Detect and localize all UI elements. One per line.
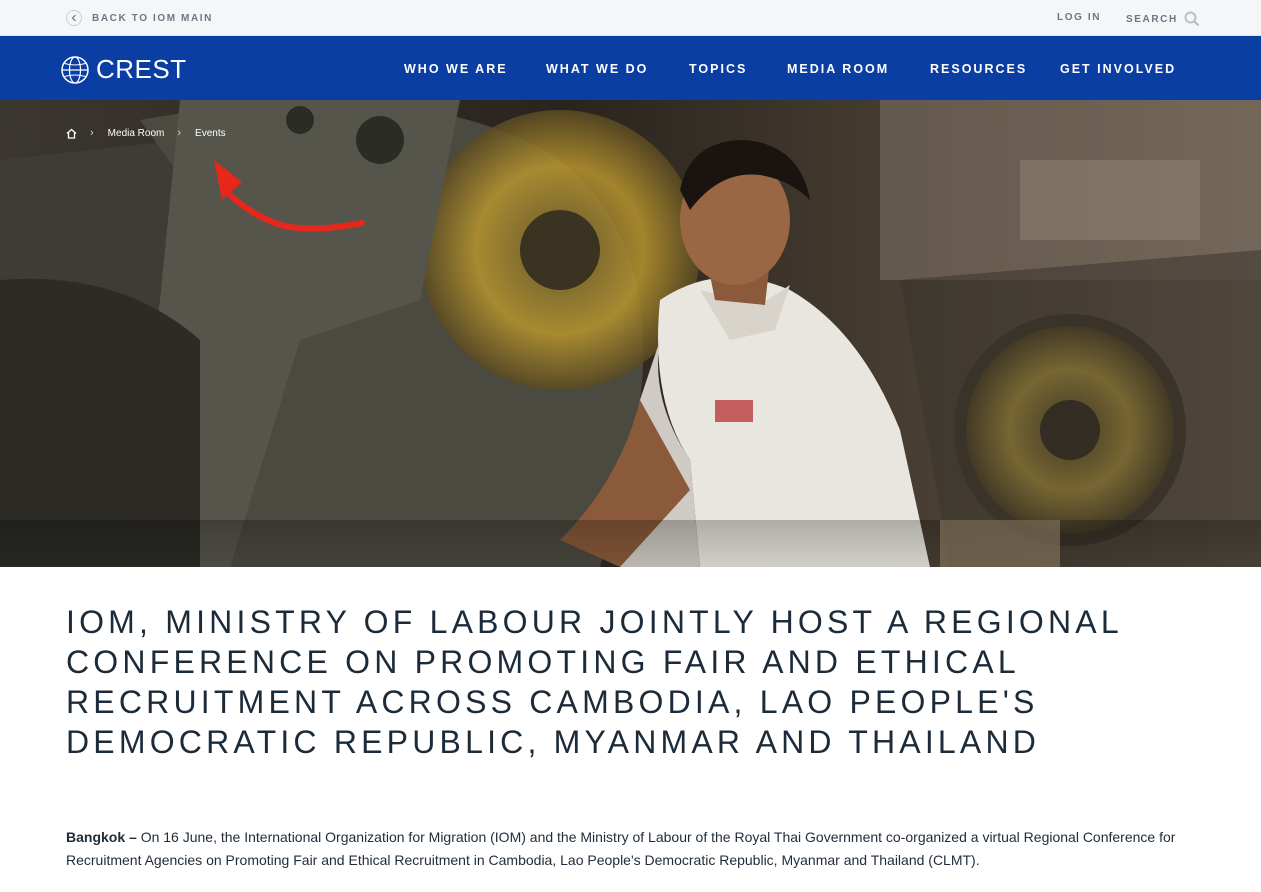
breadcrumb-media-room[interactable]: Media Room	[108, 128, 165, 139]
breadcrumb-separator-icon: ›	[90, 127, 94, 139]
crest-logo[interactable]: CREST	[60, 54, 187, 85]
utility-bar: BACK TO IOM MAIN LOG IN SEARCH	[0, 0, 1261, 36]
article-dateline: Bangkok –	[66, 829, 137, 845]
main-navigation: CREST WHO WE ARE WHAT WE DO TOPICS MEDIA…	[0, 36, 1261, 100]
factory-worker-photo	[0, 100, 1261, 567]
nav-what-we-do[interactable]: WHAT WE DO	[546, 62, 648, 76]
home-icon[interactable]	[66, 128, 77, 139]
back-to-iom-link[interactable]: BACK TO IOM MAIN	[66, 10, 213, 26]
breadcrumb-events[interactable]: Events	[195, 128, 226, 139]
search-icon	[1184, 11, 1200, 27]
article-body-text: On 16 June, the International Organizati…	[66, 829, 1176, 868]
back-chevron-icon	[66, 10, 82, 26]
article-lead-paragraph: Bangkok – On 16 June, the International …	[66, 826, 1196, 872]
article-title: IOM, MINISTRY OF LABOUR JOINTLY HOST A R…	[66, 604, 1122, 760]
nav-resources[interactable]: RESOURCES	[930, 62, 1027, 76]
nav-topics[interactable]: TOPICS	[689, 62, 747, 76]
back-link-label: BACK TO IOM MAIN	[92, 12, 213, 24]
nav-get-involved[interactable]: GET INVOLVED	[1060, 62, 1176, 76]
nav-who-we-are[interactable]: WHO WE ARE	[404, 62, 508, 76]
hero-image: › Media Room › Events	[0, 100, 1261, 567]
search-button[interactable]: SEARCH	[1126, 11, 1200, 27]
search-label: SEARCH	[1126, 13, 1178, 25]
login-link[interactable]: LOG IN	[1057, 12, 1101, 23]
logo-text: CREST	[96, 54, 187, 84]
annotation-arrow-icon	[214, 160, 365, 232]
nav-media-room[interactable]: MEDIA ROOM	[787, 62, 889, 76]
breadcrumb: › Media Room › Events	[66, 127, 226, 139]
crest-globe-icon	[61, 55, 89, 84]
breadcrumb-separator-icon: ›	[177, 127, 182, 139]
